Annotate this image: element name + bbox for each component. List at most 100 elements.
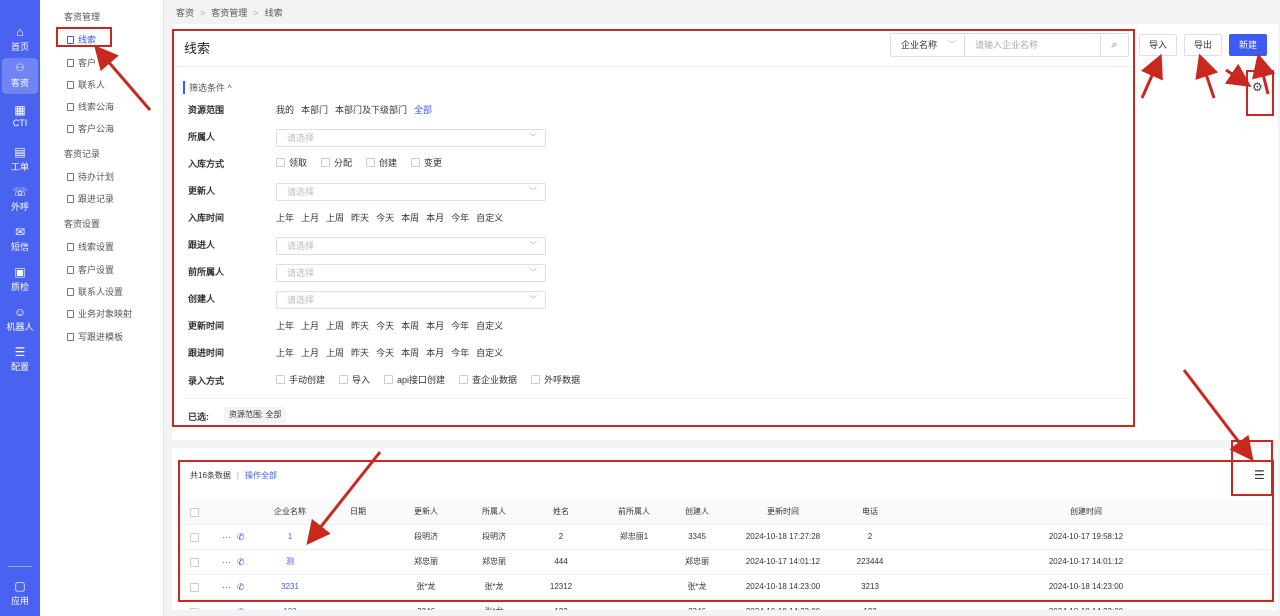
checkbox[interactable] xyxy=(411,158,421,167)
scope-option-mine[interactable]: 我的 xyxy=(276,105,294,115)
checkbox[interactable] xyxy=(531,375,541,384)
sidebar-item-customer-pool[interactable]: 客户公海 xyxy=(67,122,114,135)
owner-select[interactable]: 请选择 ﹀ xyxy=(276,129,546,147)
bulk-action-link[interactable]: 操作全部 xyxy=(245,471,277,480)
entry-option-manual[interactable]: 手动创建 xyxy=(276,375,325,385)
sidebar-item-follow-records[interactable]: 跟进记录 xyxy=(67,192,114,205)
storage-option-change[interactable]: 变更 xyxy=(411,158,442,168)
column-header[interactable]: 前所属人 xyxy=(602,500,666,525)
sidebar-item-lead-pool[interactable]: 线索公海 xyxy=(67,100,114,113)
import-button[interactable]: 导入 xyxy=(1139,34,1177,56)
row-checkbox[interactable] xyxy=(190,533,199,542)
time-option[interactable]: 上周 xyxy=(326,321,344,331)
more-icon[interactable]: ··· xyxy=(222,532,231,542)
search-input[interactable]: 请输入企业名称 xyxy=(975,34,1038,56)
nav-quality[interactable]: ▣ 质检 xyxy=(0,266,40,293)
time-option[interactable]: 昨天 xyxy=(351,213,369,223)
creator-select[interactable]: 请选择 ﹀ xyxy=(276,291,546,309)
phone-icon[interactable]: ✆ xyxy=(237,557,245,567)
time-option[interactable]: 今年 xyxy=(451,321,469,331)
time-option[interactable]: 本月 xyxy=(426,321,444,331)
company-link[interactable]: 测 xyxy=(268,550,312,575)
company-link[interactable]: 3231 xyxy=(268,575,312,600)
column-header[interactable]: 创建时间 xyxy=(1036,500,1136,525)
time-option[interactable]: 昨天 xyxy=(351,348,369,358)
column-header[interactable]: 更新时间 xyxy=(734,500,832,525)
sidebar-item-todo[interactable]: 待办计划 xyxy=(67,170,114,183)
row-checkbox[interactable] xyxy=(190,558,199,567)
entry-option-call-data[interactable]: 外呼数据 xyxy=(531,375,580,385)
sidebar-item-customers[interactable]: 客户 xyxy=(67,56,96,69)
storage-option-assign[interactable]: 分配 xyxy=(321,158,352,168)
scope-option-dept-sub[interactable]: 本部门及下级部门 xyxy=(335,105,407,115)
nav-cti[interactable]: ▦ CTI xyxy=(0,104,40,129)
nav-robot[interactable]: ☺ 机器人 xyxy=(0,306,40,333)
more-icon[interactable]: ··· xyxy=(222,582,231,592)
nav-outbound-call[interactable]: ☏ 外呼 xyxy=(0,186,40,213)
prev-owner-select[interactable]: 请选择 ﹀ xyxy=(276,264,546,282)
row-checkbox[interactable] xyxy=(190,608,199,610)
time-option[interactable]: 自定义 xyxy=(476,213,503,223)
column-header[interactable]: 姓名 xyxy=(536,500,586,525)
nav-config[interactable]: ☰ 配置 xyxy=(0,346,40,373)
time-option[interactable]: 上月 xyxy=(301,321,319,331)
time-option[interactable]: 上年 xyxy=(276,213,294,223)
entry-option-enterprise-data[interactable]: 查企业数据 xyxy=(459,375,517,385)
time-option[interactable]: 自定义 xyxy=(476,321,503,331)
column-header[interactable]: 所属人 xyxy=(468,500,520,525)
checkbox[interactable] xyxy=(321,158,331,167)
column-header[interactable]: 企业名称 xyxy=(268,500,312,525)
time-option[interactable]: 上周 xyxy=(326,348,344,358)
time-option[interactable]: 今年 xyxy=(451,348,469,358)
select-all-checkbox[interactable] xyxy=(190,508,199,517)
checkbox[interactable] xyxy=(459,375,469,384)
time-option[interactable]: 上月 xyxy=(301,348,319,358)
storage-option-claim[interactable]: 领取 xyxy=(276,158,307,168)
time-option[interactable]: 上周 xyxy=(326,213,344,223)
time-option[interactable]: 本周 xyxy=(401,321,419,331)
sidebar-item-contact-settings[interactable]: 联系人设置 xyxy=(67,285,123,298)
nav-tickets[interactable]: ▤ 工单 xyxy=(0,146,40,173)
time-option[interactable]: 今天 xyxy=(376,213,394,223)
scope-option-all[interactable]: 全部 xyxy=(414,105,432,115)
checkbox[interactable] xyxy=(276,375,285,384)
company-link[interactable]: 123 xyxy=(268,600,312,610)
entry-option-api[interactable]: api接口创建 xyxy=(384,375,445,385)
storage-option-create[interactable]: 创建 xyxy=(366,158,397,168)
time-option[interactable]: 本周 xyxy=(401,348,419,358)
phone-icon[interactable]: ✆ xyxy=(237,532,245,542)
sidebar-item-leads[interactable]: 线索 xyxy=(67,33,96,46)
more-icon[interactable]: ··· xyxy=(222,607,231,610)
column-header[interactable]: 电话 xyxy=(844,500,896,525)
filter-toggle[interactable]: 筛选条件 ^ xyxy=(183,81,232,94)
search-icon[interactable]: ⌕ xyxy=(1100,34,1128,56)
breadcrumb-item[interactable]: 客资 xyxy=(176,8,194,18)
sidebar-item-follow-template[interactable]: 写跟进模板 xyxy=(67,330,123,343)
sidebar-item-object-mapping[interactable]: 业务对象映射 xyxy=(67,307,132,320)
checkbox[interactable] xyxy=(384,375,394,384)
nav-customer-resources[interactable]: ⚇ 客资 xyxy=(2,58,38,94)
company-link[interactable]: 1 xyxy=(268,525,312,550)
entry-option-import[interactable]: 导入 xyxy=(339,375,370,385)
phone-icon[interactable]: ✆ xyxy=(237,607,245,610)
create-button[interactable]: 新建 xyxy=(1229,34,1267,56)
sidebar-item-customer-settings[interactable]: 客户设置 xyxy=(67,263,114,276)
time-option[interactable]: 本周 xyxy=(401,213,419,223)
scope-option-dept[interactable]: 本部门 xyxy=(301,105,328,115)
more-icon[interactable]: ··· xyxy=(222,557,231,567)
column-header[interactable]: 更新人 xyxy=(400,500,452,525)
time-option[interactable]: 今天 xyxy=(376,321,394,331)
time-option[interactable]: 今天 xyxy=(376,348,394,358)
time-option[interactable]: 自定义 xyxy=(476,348,503,358)
row-checkbox[interactable] xyxy=(190,583,199,592)
gear-icon[interactable]: ⚙ xyxy=(1252,80,1263,94)
follower-select[interactable]: 请选择 ﹀ xyxy=(276,237,546,255)
sidebar-item-contacts[interactable]: 联系人 xyxy=(67,78,105,91)
sidebar-item-lead-settings[interactable]: 线索设置 xyxy=(67,240,114,253)
checkbox[interactable] xyxy=(276,158,285,167)
phone-icon[interactable]: ✆ xyxy=(237,582,245,592)
nav-sms[interactable]: ✉ 短信 xyxy=(0,226,40,253)
time-option[interactable]: 今年 xyxy=(451,213,469,223)
column-settings-icon[interactable]: ☰ xyxy=(1254,468,1265,482)
breadcrumb-item[interactable]: 客资管理 xyxy=(211,8,247,18)
